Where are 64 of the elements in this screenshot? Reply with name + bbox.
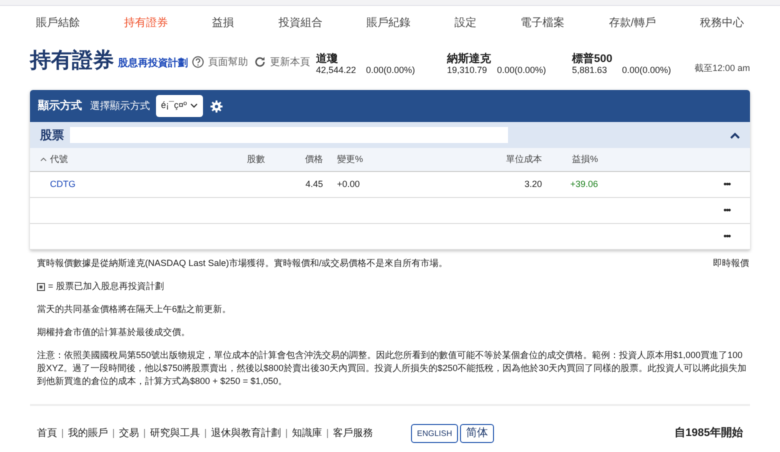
fund-note: 當天的共同基金價格將在隔天上午6點之前更新。 bbox=[37, 303, 232, 316]
collapse-icon[interactable] bbox=[730, 132, 740, 138]
table-cell-text: 4.45 bbox=[304, 178, 323, 191]
nav-tab[interactable]: 存款/轉戶 bbox=[608, 14, 656, 32]
drip-icon bbox=[37, 282, 45, 290]
column-header[interactable]: 股數 bbox=[225, 152, 265, 166]
more-button[interactable]: ••• bbox=[724, 230, 730, 244]
more-button[interactable]: ••• bbox=[724, 204, 730, 218]
settings-icon[interactable] bbox=[210, 100, 223, 112]
column-header[interactable]: 益損% bbox=[542, 152, 598, 166]
index-change: 0.00(0.00%) bbox=[622, 65, 672, 76]
index-name: 道瓊 bbox=[316, 53, 339, 65]
page-title: 持有證券 bbox=[30, 48, 114, 74]
refresh-link[interactable]: 更新本頁 bbox=[270, 54, 310, 70]
nav-tab[interactable]: 賬戶紀錄 bbox=[366, 14, 410, 32]
nav-tab[interactable]: 賬戶結餘 bbox=[36, 14, 80, 32]
column-header[interactable]: 代號 bbox=[30, 152, 225, 166]
table-cell-text: +39.06 bbox=[569, 178, 598, 191]
drip-link[interactable]: 股息再投資計劃 bbox=[118, 56, 188, 71]
index-change: 0.00(0.00%) bbox=[497, 65, 546, 76]
table-cell-text: +0.00 bbox=[336, 178, 361, 191]
section-title: 股票 bbox=[40, 127, 65, 144]
realtime-note: 實時報價數據是從納斯達克(NASDAQ Last Sale)市場獲得。實時報價和/或交易價格不是來自所有市場。 bbox=[37, 257, 448, 270]
index-value: 42,544.22 bbox=[316, 65, 358, 76]
footer-link[interactable]: 客戶服務 bbox=[333, 426, 373, 441]
index-value: 19,310.79 bbox=[447, 65, 488, 76]
sort-icon bbox=[40, 157, 47, 162]
footer-link[interactable]: 交易 bbox=[119, 426, 139, 441]
irs-note: 注意：依照美國國稅局第550號出版物規定，單位成本的計算會包含沖洗交易的調整。因此您所看到的數值可能不等於某個倉位的成交價格。範例：投資人原本用$1,000買進了100股XYZ。過了一段時間後，他以$750將股票賣出，然後以$800於賣出後30天內買回。投資人所損失的$250不能抵稅，因為他於30天內買回了同樣的股票。此投資人可以將此損失加到他新買進的倉位的成本，計算方式為$800 + $250 = $1,050。 bbox=[37, 349, 748, 388]
nav-tab[interactable]: 持有證券 bbox=[124, 14, 168, 32]
select-label: 選擇顯示方式 bbox=[90, 100, 150, 114]
footer-link[interactable]: 知識庫 bbox=[292, 426, 322, 441]
value-note: 期權持倉市值的計算基於最後成交價。 bbox=[37, 326, 191, 339]
footer-link[interactable]: 我的賬戶 bbox=[68, 426, 108, 441]
language-button[interactable]: ENGLISH bbox=[411, 424, 458, 443]
index-value: 5,881.63 bbox=[572, 65, 608, 76]
column-header[interactable]: 單位成本 bbox=[438, 152, 542, 166]
panel-title: 顯示方式 bbox=[38, 98, 82, 114]
chevron-icon bbox=[190, 103, 198, 109]
realtime-quote-link[interactable]: 即時報價 bbox=[713, 257, 749, 270]
language-button[interactable]: 简体 bbox=[460, 424, 494, 443]
refresh-icon[interactable] bbox=[254, 56, 266, 68]
nav-tab[interactable]: 投資組合 bbox=[278, 14, 322, 32]
symbol-link[interactable]: CDTG bbox=[30, 178, 225, 192]
index-name: 納斯達克 bbox=[447, 53, 492, 65]
footer-link[interactable]: 退休與教育計劃 bbox=[211, 426, 281, 441]
index-name: 標普500 bbox=[572, 53, 614, 65]
nav-tab[interactable]: 設定 bbox=[454, 14, 477, 32]
since-text: 自1985年開始 bbox=[674, 426, 743, 442]
column-header[interactable]: 變更% bbox=[323, 152, 438, 166]
drip-note: = 股票已加入股息再投資計劃 bbox=[48, 280, 164, 293]
view-select[interactable]: é¡¯ç¤º bbox=[156, 95, 203, 117]
footer-link[interactable]: 研究與工具 bbox=[150, 426, 200, 441]
footer-link[interactable]: 首頁 bbox=[37, 426, 57, 441]
nav-tab[interactable]: 益損 bbox=[212, 14, 234, 32]
as-of-time: 截至12:00 am bbox=[694, 62, 750, 74]
help-icon[interactable] bbox=[192, 56, 204, 68]
table-cell-text: 3.20 bbox=[523, 178, 542, 191]
help-link[interactable]: 頁面幫助 bbox=[208, 54, 248, 70]
more-button[interactable]: ••• bbox=[724, 178, 730, 192]
nav-tab[interactable]: 電子檔案 bbox=[520, 14, 565, 32]
index-change: 0.00(0.00%) bbox=[366, 65, 416, 76]
nav-tab[interactable]: 稅務中心 bbox=[700, 14, 744, 32]
column-header[interactable]: 價格 bbox=[265, 152, 323, 166]
